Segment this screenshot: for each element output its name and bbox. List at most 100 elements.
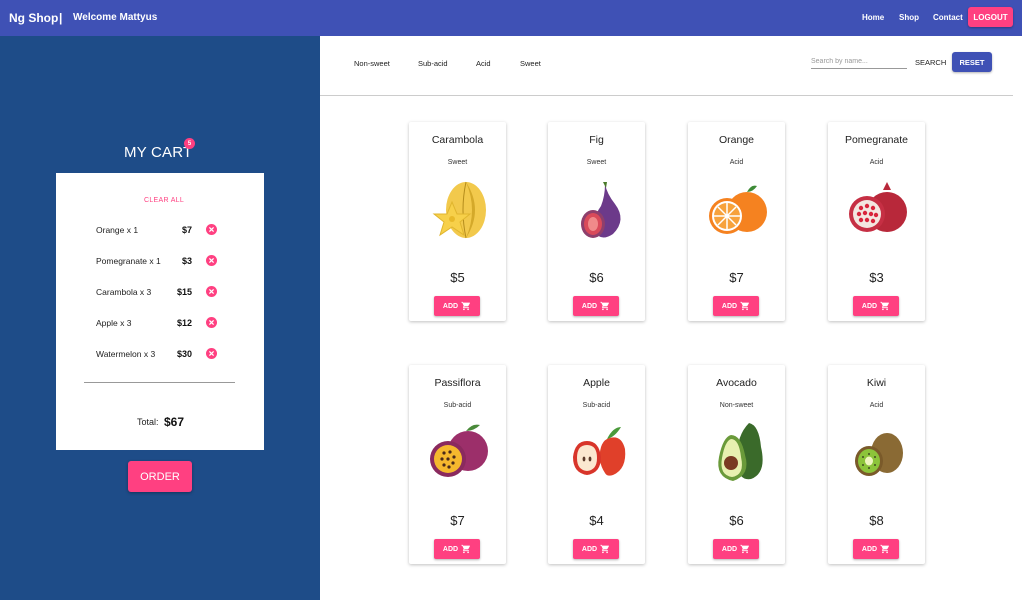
top-app-bar: Ng Shop | Welcome Mattyus Home Shop Cont… (0, 0, 1022, 36)
cart-count-badge: 5 (184, 138, 195, 149)
welcome-message: Welcome Mattyus (73, 12, 158, 23)
product-card: Pomegranate Acid $3 ADD (828, 122, 925, 321)
add-label: ADD (442, 302, 459, 310)
remove-item-icon[interactable] (206, 255, 217, 266)
add-to-cart-button[interactable]: ADD (434, 539, 480, 559)
cart-item-price: $12 (176, 318, 192, 328)
cart-item-price: $3 (181, 256, 192, 266)
add-to-cart-button[interactable]: ADD (573, 539, 619, 559)
orange-icon (709, 185, 767, 234)
nav-shop-link[interactable]: Shop (899, 13, 919, 22)
total-value: $67 (164, 415, 185, 429)
product-price: $4 (589, 513, 604, 528)
product-name: Apple (583, 377, 610, 389)
product-type: Sweet (447, 159, 468, 166)
cart-item-price: $30 (176, 349, 192, 359)
kiwi-icon (855, 433, 903, 476)
cart-item-price: $15 (176, 287, 192, 297)
add-label: ADD (581, 302, 598, 310)
cart-item-label: Apple x 3 (96, 318, 132, 328)
search-input[interactable] (811, 55, 907, 69)
reset-button[interactable]: RESET (952, 52, 992, 72)
cart-icon (600, 544, 610, 554)
add-label: ADD (581, 545, 598, 553)
product-type: Acid (729, 159, 744, 166)
add-label: ADD (442, 545, 459, 553)
fig-icon (581, 182, 621, 238)
add-to-cart-button[interactable]: ADD (853, 296, 899, 316)
apple-icon (573, 427, 626, 476)
product-type: Sub-acid (443, 402, 472, 409)
nav-contact-link[interactable]: Contact (933, 13, 963, 22)
filter-sub-acid[interactable]: Sub-acid (418, 59, 448, 68)
remove-item-icon[interactable] (206, 317, 217, 328)
add-to-cart-button[interactable]: ADD (573, 296, 619, 316)
filter-non-sweet[interactable]: Non-sweet (354, 59, 390, 68)
product-type: Sweet (586, 159, 607, 166)
product-name: Passiflora (434, 377, 481, 389)
product-price: $6 (589, 270, 604, 285)
cart-item-label: Watermelon x 3 (96, 349, 156, 359)
cart-icon (461, 301, 471, 311)
product-price: $6 (729, 513, 744, 528)
product-card: Apple Sub-acid $4 ADD (548, 365, 645, 564)
filter-acid[interactable]: Acid (476, 59, 491, 68)
product-type: Non-sweet (719, 402, 754, 409)
avocado-icon (718, 423, 763, 481)
add-label: ADD (721, 545, 738, 553)
passiflora-icon (430, 424, 488, 477)
product-card: Orange Acid $7 ADD (688, 122, 785, 321)
nav-home-link[interactable]: Home (862, 13, 884, 22)
product-price: $7 (450, 513, 465, 528)
add-to-cart-button[interactable]: ADD (713, 296, 759, 316)
total-label: Total: (137, 417, 159, 427)
cart-panel (56, 173, 264, 450)
product-name: Avocado (716, 377, 757, 389)
product-card: Avocado Non-sweet $6 ADD (688, 365, 785, 564)
cart-item-label: Pomegranate x 1 (96, 256, 161, 266)
product-name: Fig (589, 134, 604, 146)
cart-item-price: $7 (181, 225, 192, 235)
cart-title: MY CART (124, 144, 193, 161)
cart-icon (461, 544, 471, 554)
cart-icon (880, 301, 890, 311)
add-to-cart-button[interactable]: ADD (713, 539, 759, 559)
product-card: Passiflora Sub-acid $7 ADD (409, 365, 506, 564)
remove-item-icon[interactable] (206, 224, 217, 235)
remove-item-icon[interactable] (206, 348, 217, 359)
filter-divider (320, 95, 1013, 96)
add-label: ADD (861, 545, 878, 553)
add-to-cart-button[interactable]: ADD (853, 539, 899, 559)
cart-icon (880, 544, 890, 554)
carambola-icon (432, 181, 486, 239)
logout-button[interactable]: LOGOUT (968, 7, 1013, 27)
search-button[interactable]: SEARCH (915, 58, 946, 67)
product-card: Kiwi Acid $8 ADD (828, 365, 925, 564)
cart-icon (600, 301, 610, 311)
product-price: $3 (869, 270, 884, 285)
add-label: ADD (721, 302, 738, 310)
cart-icon (740, 544, 750, 554)
cart-item-label: Carambola x 3 (96, 287, 152, 297)
cart-item-label: Orange x 1 (96, 225, 139, 235)
brand-title[interactable]: Ng Shop (9, 11, 58, 25)
filter-sweet[interactable]: Sweet (520, 59, 541, 68)
order-button[interactable]: ORDER (128, 461, 192, 492)
product-name: Kiwi (866, 377, 887, 389)
pomegranate-icon (849, 182, 907, 232)
add-label: ADD (861, 302, 878, 310)
remove-item-icon[interactable] (206, 286, 217, 297)
product-name: Pomegranate (844, 134, 909, 146)
brand-separator: | (59, 11, 63, 25)
product-price: $7 (729, 270, 744, 285)
product-type: Sub-acid (582, 402, 611, 409)
product-type: Acid (869, 402, 884, 409)
add-to-cart-button[interactable]: ADD (434, 296, 480, 316)
cart-icon (740, 301, 750, 311)
product-name: Carambola (431, 134, 484, 146)
clear-all-button[interactable]: CLEAR ALL (144, 197, 184, 204)
product-card: Carambola Sweet $5 ADD (409, 122, 506, 321)
product-type: Acid (869, 159, 884, 166)
product-card: Fig Sweet $6 ADD (548, 122, 645, 321)
product-price: $8 (869, 513, 884, 528)
